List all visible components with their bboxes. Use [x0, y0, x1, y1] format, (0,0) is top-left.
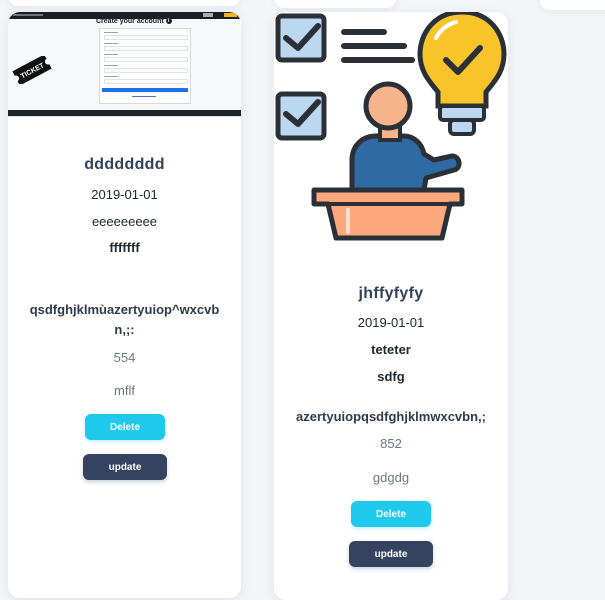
delete-button[interactable]: Delete [85, 414, 165, 440]
form-label [104, 32, 118, 33]
thumbnail-bar-gold-button [224, 13, 237, 17]
card-extra: gdgdg [372, 470, 410, 485]
card-title: jhffyfyfy [358, 285, 424, 302]
card-date: 2019-01-01 [91, 187, 158, 202]
partial-card-top-left [8, 0, 241, 6]
partial-card-top-middle [274, 0, 396, 8]
card-title: dddddddd [84, 156, 165, 173]
card-field-2: sdfg [377, 369, 405, 384]
text-lines-icon [341, 29, 415, 63]
thumbnail-taskbar [8, 110, 241, 116]
form-label [104, 76, 118, 77]
thumbnail-submit-bar [102, 88, 188, 92]
ticket-card-2: jhffyfyfy 2019-01-01 teteter sdfg azerty… [274, 12, 508, 600]
card-thumbnail-screenshot: Create your account i TICKET [8, 12, 241, 117]
update-button[interactable]: update [83, 454, 167, 480]
card-date: 2019-01-01 [357, 315, 425, 330]
form-field [104, 57, 188, 62]
card-description-wrap: azertyuiopqsdfghjklmwxcvbn,; [274, 407, 508, 427]
card-illustration [275, 12, 507, 241]
thumbnail-bar-text [13, 14, 43, 16]
card-field-1: teteter [371, 342, 411, 357]
card-description-wrap: qsdfghjklmùazertyuiop^wxcvbn,;: [8, 300, 241, 340]
card-field-1: eeeeeeeee [91, 214, 158, 229]
thumbnail-form-title: Create your account i [96, 18, 172, 25]
ticket-icon: TICKET [10, 54, 54, 86]
form-field [104, 35, 188, 40]
form-field [104, 79, 188, 84]
update-button[interactable]: update [349, 541, 433, 567]
thumbnail-form-link [132, 96, 156, 97]
form-field [104, 46, 188, 51]
checkbox-checked-icon [275, 13, 327, 63]
partial-card-top-right [540, 0, 605, 10]
cards-page: Create your account i TICKET dddddddd 20… [0, 0, 605, 600]
thumbnail-form [99, 28, 191, 104]
form-label [104, 54, 118, 55]
card-number: 554 [113, 350, 136, 365]
thumbnail-form-title-text: Create your account [96, 18, 164, 25]
card-description: qsdfghjklmùazertyuiop^wxcvbn,;: [29, 302, 220, 337]
lightbulb-check-icon [417, 12, 507, 136]
card-number: 852 [380, 436, 402, 451]
form-label [104, 65, 118, 66]
card-field-2: fffffff [109, 240, 140, 255]
ticket-card-1: Create your account i TICKET dddddddd 20… [8, 12, 241, 598]
info-icon: i [165, 18, 172, 25]
form-label [104, 43, 118, 44]
form-field [104, 68, 188, 73]
delete-button[interactable]: Delete [351, 501, 431, 527]
card-extra: mflf [114, 383, 135, 398]
thumbnail-bar-button [203, 13, 213, 17]
checkbox-checked-icon [275, 91, 327, 141]
card-description: azertyuiopqsdfghjklmwxcvbn,; [296, 409, 486, 424]
